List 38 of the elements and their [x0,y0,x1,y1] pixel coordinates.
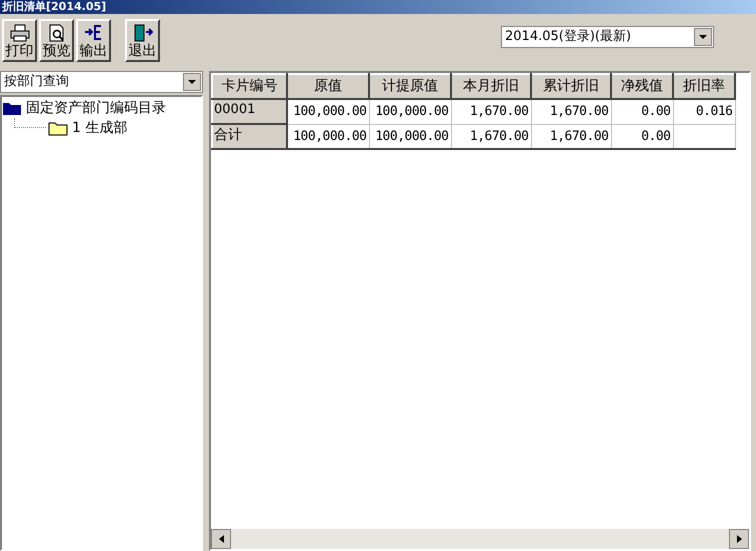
column-header[interactable]: 计提原值 [369,74,451,99]
column-header[interactable]: 折旧率 [673,74,735,99]
column-header[interactable]: 卡片编号 [212,74,287,99]
row-header: 合计 [212,124,287,149]
table-cell: 100,000.00 [369,99,451,124]
toolbar-button[interactable]: 输出 [76,19,111,62]
row-header: 00001 [212,99,287,124]
period-select[interactable]: 2014.05(登录)(最新) [501,26,714,48]
table-cell: 1,670.00 [451,99,531,124]
query-select[interactable]: 按部门查询 [0,71,203,93]
door-exit-icon [132,24,152,42]
table-cell: 0.00 [611,99,673,124]
column-header[interactable]: 净残值 [611,74,673,99]
arrow-export-icon [84,24,104,42]
table-cell: 100,000.00 [369,124,451,149]
table-cell [673,124,735,149]
toolbar-button[interactable]: 退出 [125,19,160,62]
table-cell: 100,000.00 [287,124,369,149]
horizontal-scrollbar[interactable] [211,529,749,549]
tree-item[interactable]: 1 生成部 [72,118,128,138]
printer-icon [10,24,30,42]
table-cell: 0.016 [673,99,735,124]
scroll-left-icon[interactable] [211,529,231,549]
column-header[interactable]: 本月折旧 [451,74,531,99]
table-cell: 100,000.00 [287,99,369,124]
toolbar-button[interactable]: 打印 [2,19,37,62]
table-cell: 1,670.00 [531,99,611,124]
window-title: 折旧清单[2014.05] [2,0,106,14]
column-header[interactable]: 原值 [287,74,369,99]
scroll-right-icon[interactable] [729,529,749,549]
toolbar-button[interactable]: 预览 [39,19,74,62]
folder-icon [48,120,68,136]
table-cell: 1,670.00 [531,124,611,149]
table-cell: 0.00 [611,124,673,149]
column-header[interactable]: 累计折旧 [531,74,611,99]
tree-item[interactable]: 固定资产部门编码目录 [26,98,166,118]
table-cell: 1,670.00 [451,124,531,149]
magnifier-page-icon [46,24,66,42]
